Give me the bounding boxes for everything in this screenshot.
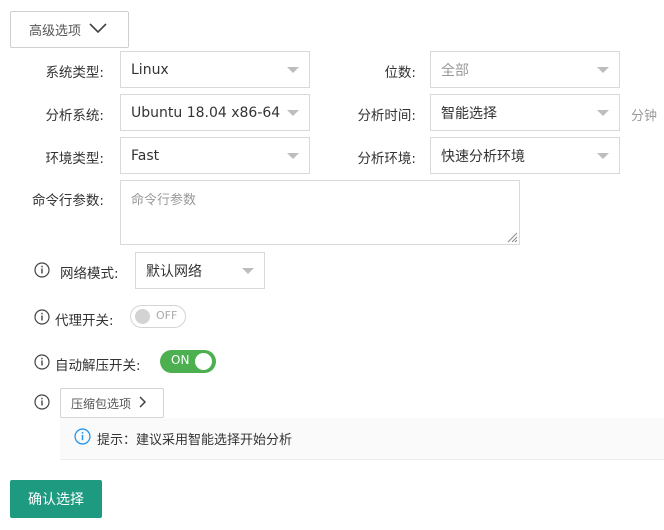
network-mode-label: 网络模式: — [60, 266, 119, 282]
chevron-down-icon — [89, 22, 107, 37]
info-icon[interactable] — [34, 354, 50, 370]
cmdline-input[interactable]: 命令行参数 — [120, 180, 520, 245]
toggle-knob — [135, 309, 150, 324]
network-mode-select[interactable]: 默认网络 — [135, 252, 265, 289]
analysis-time-value: 智能选择 — [441, 105, 497, 122]
info-icon[interactable] — [34, 309, 50, 325]
caret-down-icon — [597, 152, 609, 159]
proxy-toggle-state: OFF — [156, 309, 178, 322]
analysis-time-label: 分析时间: — [357, 108, 416, 124]
bits-label: 位数: — [384, 65, 416, 81]
os-type-select[interactable]: Linux — [120, 51, 310, 88]
caret-down-icon — [597, 109, 609, 116]
auto-unzip-toggle-state: ON — [171, 353, 190, 367]
env-type-value: Fast — [131, 147, 160, 164]
analysis-system-select[interactable]: Ubuntu 18.04 x86-64 — [120, 94, 310, 131]
os-type-label: 系统类型: — [45, 65, 104, 81]
caret-down-icon — [287, 109, 299, 116]
analysis-system-label: 分析系统: — [45, 108, 104, 124]
env-type-label: 环境类型: — [45, 151, 104, 167]
confirm-button[interactable]: 确认选择 — [10, 480, 102, 518]
analysis-env-select[interactable]: 快速分析环境 — [430, 137, 620, 174]
advanced-options-button[interactable]: 高级选项 — [10, 11, 129, 48]
proxy-label: 代理开关: — [55, 313, 114, 329]
resize-grip-icon[interactable] — [506, 231, 518, 243]
info-icon[interactable] — [34, 262, 50, 278]
info-icon — [74, 428, 91, 449]
bits-select[interactable]: 全部 — [430, 51, 620, 88]
auto-unzip-label: 自动解压开关: — [55, 358, 141, 374]
bits-value: 全部 — [441, 62, 469, 79]
toggle-knob — [195, 353, 212, 370]
analysis-time-select[interactable]: 智能选择 — [430, 94, 620, 131]
caret-down-icon — [287, 152, 299, 159]
compress-options-label: 压缩包选项 — [71, 396, 132, 411]
proxy-toggle[interactable]: OFF — [130, 305, 186, 328]
analysis-env-label: 分析环境: — [357, 151, 416, 167]
env-type-select[interactable]: Fast — [120, 137, 310, 174]
network-mode-value: 默认网络 — [146, 263, 202, 280]
caret-down-icon — [242, 267, 254, 274]
caret-down-icon — [287, 66, 299, 73]
cmdline-placeholder: 命令行参数 — [131, 193, 197, 208]
caret-down-icon — [597, 66, 609, 73]
auto-unzip-toggle[interactable]: ON — [160, 350, 216, 373]
os-type-value: Linux — [131, 61, 169, 78]
analysis-system-value: Ubuntu 18.04 x86-64 — [131, 104, 281, 121]
chevron-right-icon — [139, 395, 147, 411]
analysis-env-value: 快速分析环境 — [441, 148, 525, 165]
compress-options-button[interactable]: 压缩包选项 — [60, 388, 164, 418]
hint-text: 提示：建议采用智能选择开始分析 — [97, 433, 293, 448]
analysis-time-unit: 分钟 — [631, 109, 658, 124]
hint-box: 提示：建议采用智能选择开始分析 — [60, 418, 664, 460]
info-icon[interactable] — [34, 394, 50, 410]
cmdline-label: 命令行参数: — [31, 193, 104, 209]
advanced-options-label: 高级选项 — [29, 24, 82, 39]
